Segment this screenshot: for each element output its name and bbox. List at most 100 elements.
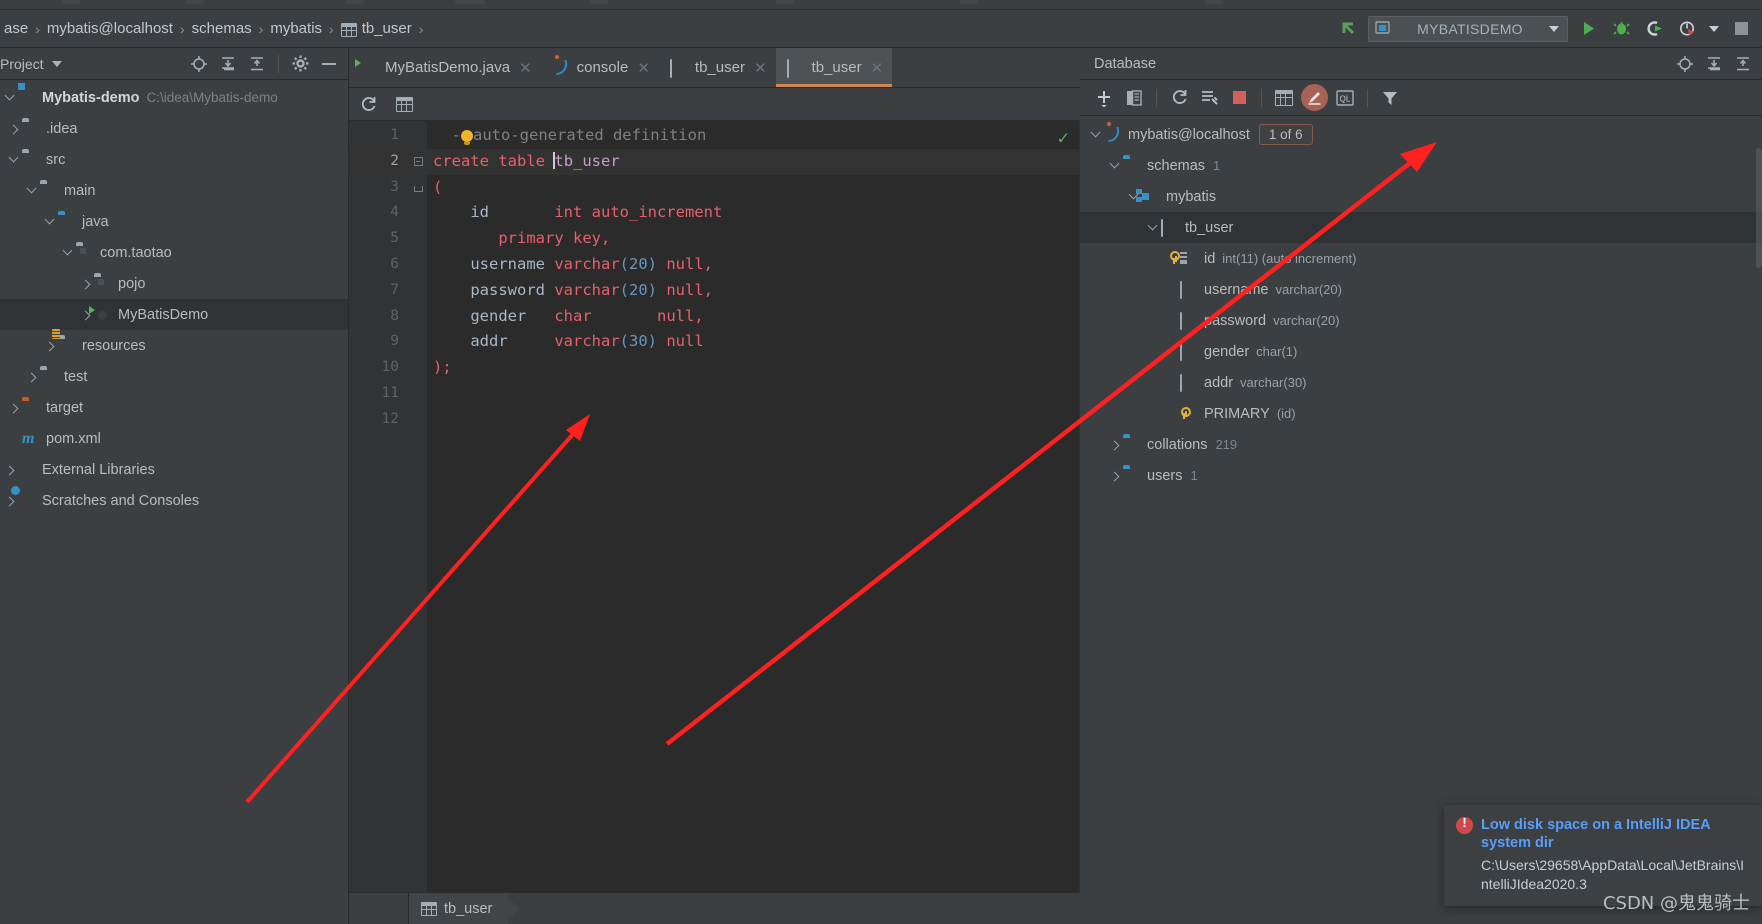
breadcrumb-item-3[interactable]: mybatis: [266, 20, 326, 37]
chevron-right-icon[interactable]: [22, 369, 40, 385]
run-configuration-selector[interactable]: MYBATISDEMO: [1368, 15, 1568, 42]
project-tree-row[interactable]: src: [0, 144, 348, 175]
table-editor-icon[interactable]: [1271, 85, 1297, 111]
chevron-down-icon[interactable]: [4, 152, 22, 168]
hide-panel-icon[interactable]: [316, 51, 342, 77]
chevron-right-icon[interactable]: [76, 276, 94, 292]
chevron-right-icon[interactable]: [0, 493, 18, 509]
project-tree-row[interactable]: target: [0, 392, 348, 423]
inspection-ok-icon[interactable]: ✓: [1058, 127, 1069, 149]
status-breadcrumb-table[interactable]: tb_user: [409, 893, 509, 924]
editor-tab[interactable]: tb_user ✕: [659, 48, 776, 87]
code-line-6: username varchar(20) null,: [470, 254, 713, 273]
project-tree-row[interactable]: Mybatis-demo C:\idea\Mybatis-demo: [0, 82, 348, 113]
breadcrumb-item-2[interactable]: schemas: [188, 20, 256, 37]
breadcrumb-item-4[interactable]: tb_user: [337, 20, 416, 37]
fold-marker-icon[interactable]: [409, 175, 427, 201]
database-tree-row[interactable]: mybatis: [1080, 181, 1762, 212]
close-icon[interactable]: ✕: [871, 59, 884, 77]
project-tree-row[interactable]: External Libraries: [0, 454, 348, 485]
run-with-coverage-icon[interactable]: [1641, 16, 1667, 42]
project-tree-row[interactable]: m pom.xml: [0, 423, 348, 454]
chevron-down-icon[interactable]: [1105, 158, 1123, 174]
add-new-icon[interactable]: [1091, 85, 1117, 111]
back-arrow-icon[interactable]: [1335, 16, 1361, 42]
table-view-icon[interactable]: [391, 91, 417, 117]
fold-marker-icon[interactable]: [409, 149, 427, 175]
database-panel-title[interactable]: Database: [1080, 56, 1156, 72]
chevron-down-icon[interactable]: [1707, 16, 1721, 42]
chevron-right-icon[interactable]: [1105, 468, 1123, 484]
stop-icon[interactable]: [1728, 16, 1754, 42]
project-tree-row[interactable]: .idea: [0, 113, 348, 144]
expand-all-icon[interactable]: [215, 51, 241, 77]
database-tree-row[interactable]: gender char(1): [1080, 336, 1762, 367]
project-tree[interactable]: Mybatis-demo C:\idea\Mybatis-demo .idea src…: [0, 80, 348, 924]
chevron-down-icon[interactable]: [22, 183, 40, 199]
chevron-right-icon[interactable]: [40, 338, 58, 354]
filter-icon[interactable]: [1377, 85, 1403, 111]
intention-bulb-icon[interactable]: [461, 130, 473, 145]
chevron-down-icon[interactable]: [58, 245, 76, 261]
debug-icon[interactable]: [1608, 16, 1634, 42]
settings-gear-icon[interactable]: [287, 51, 313, 77]
editor-tab[interactable]: MyBatisDemo.java ✕: [349, 48, 541, 87]
collapse-all-icon[interactable]: [1730, 51, 1756, 77]
database-tree-row[interactable]: users 1: [1080, 460, 1762, 491]
refresh-icon[interactable]: [1166, 85, 1192, 111]
database-tree-row[interactable]: PRIMARY (id): [1080, 398, 1762, 429]
project-tree-row[interactable]: main: [0, 175, 348, 206]
editor-tab[interactable]: tb_user ✕: [775, 48, 893, 87]
collapse-all-icon[interactable]: [244, 51, 270, 77]
chevron-right-icon[interactable]: [4, 121, 22, 137]
database-tree-row[interactable]: schemas 1: [1080, 150, 1762, 181]
chevron-down-icon[interactable]: [51, 60, 62, 67]
database-tree-row[interactable]: password varchar(20): [1080, 305, 1762, 336]
project-tree-row[interactable]: Scratches and Consoles: [0, 485, 348, 516]
chevron-down-icon[interactable]: [1086, 127, 1104, 143]
database-tree-row[interactable]: mybatis@localhost 1 of 6: [1080, 119, 1762, 150]
project-panel-title[interactable]: Project: [0, 56, 44, 72]
project-tree-row[interactable]: test: [0, 361, 348, 392]
database-tree-row[interactable]: id int(11) (auto increment): [1080, 243, 1762, 274]
refresh-icon[interactable]: [355, 91, 381, 117]
chevron-down-icon[interactable]: [1549, 25, 1559, 32]
chevron-right-icon[interactable]: [1105, 437, 1123, 453]
locate-icon[interactable]: [186, 51, 212, 77]
close-icon[interactable]: ✕: [754, 59, 767, 77]
database-tree[interactable]: mybatis@localhost 1 of 6 schemas 1 mybatis tb…: [1080, 116, 1762, 924]
code-content[interactable]: - auto-generated definition create table …: [427, 121, 1079, 892]
project-tree-row[interactable]: pojo: [0, 268, 348, 299]
editor-tab[interactable]: console ✕: [541, 48, 659, 87]
breadcrumb-item-1[interactable]: mybatis@localhost: [43, 20, 177, 37]
run-sql-script-icon[interactable]: [1196, 85, 1222, 111]
profiler-icon[interactable]: [1674, 16, 1700, 42]
connection-count-badge[interactable]: 1 of 6: [1258, 124, 1313, 145]
code-editor[interactable]: 1 2 3 4 5 6 7 8 9 10 11 12 - auto-generated definiti…: [349, 121, 1080, 892]
chevron-down-icon[interactable]: [0, 90, 18, 106]
expand-all-icon[interactable]: [1701, 51, 1727, 77]
breadcrumb-item-0[interactable]: ase: [0, 20, 32, 37]
database-tree-row[interactable]: addr varchar(30): [1080, 367, 1762, 398]
locate-icon[interactable]: [1672, 51, 1698, 77]
database-tree-row[interactable]: tb_user: [1080, 212, 1762, 243]
modify-table-icon[interactable]: [1301, 84, 1328, 111]
database-scrollbar[interactable]: [1756, 148, 1762, 268]
close-icon[interactable]: ✕: [519, 59, 532, 77]
duplicate-icon[interactable]: [1121, 85, 1147, 111]
chevron-right-icon[interactable]: [4, 400, 22, 416]
stop-icon[interactable]: [1226, 85, 1252, 111]
chevron-right-icon[interactable]: [0, 462, 18, 478]
project-tree-row[interactable]: java: [0, 206, 348, 237]
database-tree-row[interactable]: collations 219: [1080, 429, 1762, 460]
project-tree-row[interactable]: resources: [0, 330, 348, 361]
chevron-down-icon[interactable]: [40, 214, 58, 230]
chevron-down-icon[interactable]: [1143, 220, 1161, 236]
project-tree-row[interactable]: MyBatisDemo: [0, 299, 348, 330]
project-tree-row[interactable]: com.taotao: [0, 237, 348, 268]
query-console-icon[interactable]: QL: [1332, 85, 1358, 111]
code-folding-gutter[interactable]: [409, 121, 427, 892]
run-icon[interactable]: [1575, 16, 1601, 42]
database-tree-row[interactable]: username varchar(20): [1080, 274, 1762, 305]
close-icon[interactable]: ✕: [637, 59, 650, 77]
